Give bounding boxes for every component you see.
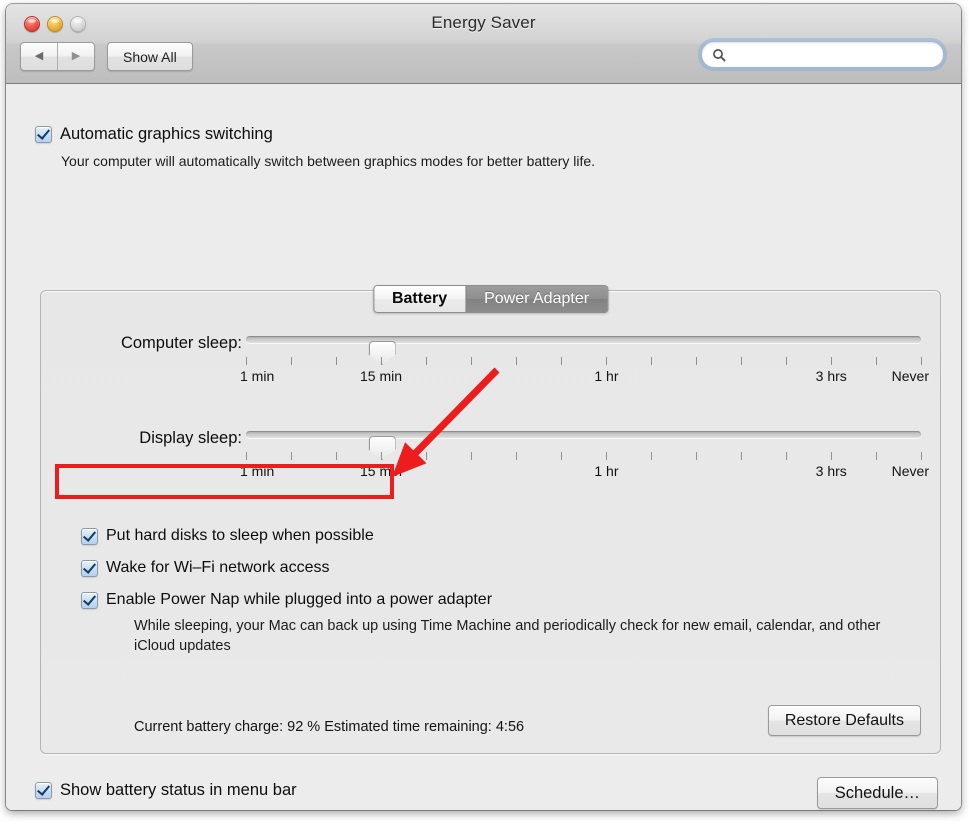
automatic-graphics-switching-row[interactable]: Automatic graphics switching <box>35 125 273 144</box>
slider-tick <box>246 357 247 365</box>
slider-tick <box>786 452 787 460</box>
tab-power-adapter[interactable]: Power Adapter <box>465 286 608 312</box>
wake-for-wifi-checkbox[interactable] <box>81 559 98 577</box>
slider-tick <box>921 357 922 365</box>
slider-tick <box>696 452 697 460</box>
slider-tick <box>741 452 742 460</box>
slider-tick <box>246 452 247 460</box>
display-sleep-tick-labels: 1 min 15 min 1 hr 3 hrs Never <box>240 463 929 481</box>
slider-tick-label: Never <box>891 463 929 479</box>
battery-status-text: Current battery charge: 92 % Estimated t… <box>134 719 525 735</box>
slider-tick <box>381 357 382 365</box>
computer-sleep-ticks <box>246 357 922 366</box>
slider-tick <box>786 357 787 365</box>
navigation-segmented-control: ◀ ▶ <box>20 42 95 71</box>
show-battery-status-row[interactable]: Show battery status in menu bar <box>35 781 297 800</box>
show-battery-status-label: Show battery status in menu bar <box>60 781 297 799</box>
option-row-hard-disks[interactable]: Put hard disks to sleep when possible <box>81 527 374 545</box>
chevron-left-icon: ◀ <box>34 50 44 62</box>
automatic-graphics-switching-label: Automatic graphics switching <box>60 125 273 143</box>
slider-tick-label: Never <box>891 368 929 384</box>
slider-tick-label: 3 hrs <box>815 368 847 384</box>
tab-power-adapter-label: Power Adapter <box>484 290 590 307</box>
slider-tick <box>606 452 607 460</box>
slider-tick <box>741 357 742 365</box>
wake-for-wifi-label: Wake for Wi–Fi network access <box>106 559 330 576</box>
slider-tick-label: 1 min <box>240 463 275 479</box>
schedule-label: Schedule… <box>834 783 920 802</box>
slider-tick <box>831 452 832 460</box>
enable-power-nap-checkbox[interactable] <box>81 591 98 609</box>
computer-sleep-track[interactable] <box>246 336 921 365</box>
automatic-graphics-switching-description: Your computer will automatically switch … <box>61 153 596 169</box>
slider-tick <box>336 452 337 460</box>
slider-tick <box>516 357 517 365</box>
tab-battery[interactable]: Battery <box>373 286 466 312</box>
restore-defaults-label: Restore Defaults <box>784 711 904 729</box>
tab-battery-label: Battery <box>391 290 448 307</box>
automatic-graphics-switching-checkbox[interactable] <box>35 126 52 143</box>
slider-tick <box>426 357 427 365</box>
show-all-label: Show All <box>123 48 177 65</box>
slider-tick <box>471 452 472 460</box>
slider-tick-label: 15 min <box>359 368 403 384</box>
forward-button[interactable]: ▶ <box>58 43 94 70</box>
display-sleep-ticks <box>246 452 922 461</box>
slider-tick <box>291 357 292 365</box>
enable-power-nap-label: Enable Power Nap while plugged into a po… <box>106 591 493 608</box>
slider-tick <box>876 357 877 365</box>
slider-tick <box>471 357 472 365</box>
power-source-tab-panel: Battery Power Adapter Computer sleep: 1 … <box>40 285 941 754</box>
slider-tick <box>606 357 607 365</box>
power-nap-description: While sleeping, your Mac can back up usi… <box>134 618 881 654</box>
slider-tick <box>561 357 562 365</box>
preference-pane-content: Automatic graphics switching Your comput… <box>6 84 961 810</box>
option-row-wake-for-wifi[interactable]: Wake for Wi–Fi network access <box>81 559 329 577</box>
slider-tick <box>381 452 382 460</box>
slider-tick-label: 1 hr <box>594 368 619 384</box>
display-sleep-slider[interactable]: 1 min 15 min 1 hr 3 hrs Never <box>240 418 929 479</box>
slider-tick <box>561 452 562 460</box>
search-icon <box>702 48 732 62</box>
computer-sleep-slider[interactable]: 1 min 15 min 1 hr 3 hrs Never <box>240 323 929 384</box>
computer-sleep-slider-row: Computer sleep: 1 min 15 min 1 hr 3 hrs Neve… <box>41 323 940 393</box>
computer-sleep-label: Computer sleep: <box>120 334 242 352</box>
slider-tick <box>696 357 697 365</box>
energy-saver-window: Energy Saver ◀ ▶ Show All Automatic grap… <box>6 4 961 810</box>
slider-tick <box>516 452 517 460</box>
window-titlebar: Energy Saver ◀ ▶ Show All <box>6 4 961 84</box>
search-field[interactable] <box>701 41 944 68</box>
put-hard-disks-to-sleep-label: Put hard disks to sleep when possible <box>106 527 374 544</box>
computer-sleep-tick-labels: 1 min 15 min 1 hr 3 hrs Never <box>240 368 929 386</box>
display-sleep-label: Display sleep: <box>139 429 242 447</box>
display-sleep-track[interactable] <box>246 431 921 460</box>
slider-tick <box>426 452 427 460</box>
slider-tick <box>651 452 652 460</box>
restore-defaults-button[interactable]: Restore Defaults <box>767 705 921 736</box>
power-source-tabs: Battery Power Adapter <box>372 285 609 313</box>
page-title: Energy Saver <box>431 13 536 32</box>
chevron-right-icon: ▶ <box>71 50 81 62</box>
slider-tick <box>831 357 832 365</box>
slider-tick-label: 1 hr <box>594 463 619 479</box>
slider-tick-label: 3 hrs <box>815 463 847 479</box>
option-row-power-nap[interactable]: Enable Power Nap while plugged into a po… <box>81 591 492 609</box>
schedule-button[interactable]: Schedule… <box>816 777 938 809</box>
search-input[interactable] <box>732 47 943 62</box>
show-battery-status-checkbox[interactable] <box>35 782 52 799</box>
show-all-button[interactable]: Show All <box>107 42 193 71</box>
slider-tick-label: 15 min <box>359 463 403 479</box>
slider-tick <box>291 452 292 460</box>
display-sleep-slider-row: Display sleep: 1 min 15 min 1 hr 3 hrs Never <box>41 418 940 488</box>
slider-tick <box>876 452 877 460</box>
slider-tick <box>921 452 922 460</box>
back-button[interactable]: ◀ <box>21 43 58 70</box>
slider-tick-label: 1 min <box>240 368 275 384</box>
slider-tick <box>336 357 337 365</box>
slider-tick <box>651 357 652 365</box>
put-hard-disks-to-sleep-checkbox[interactable] <box>81 527 98 545</box>
